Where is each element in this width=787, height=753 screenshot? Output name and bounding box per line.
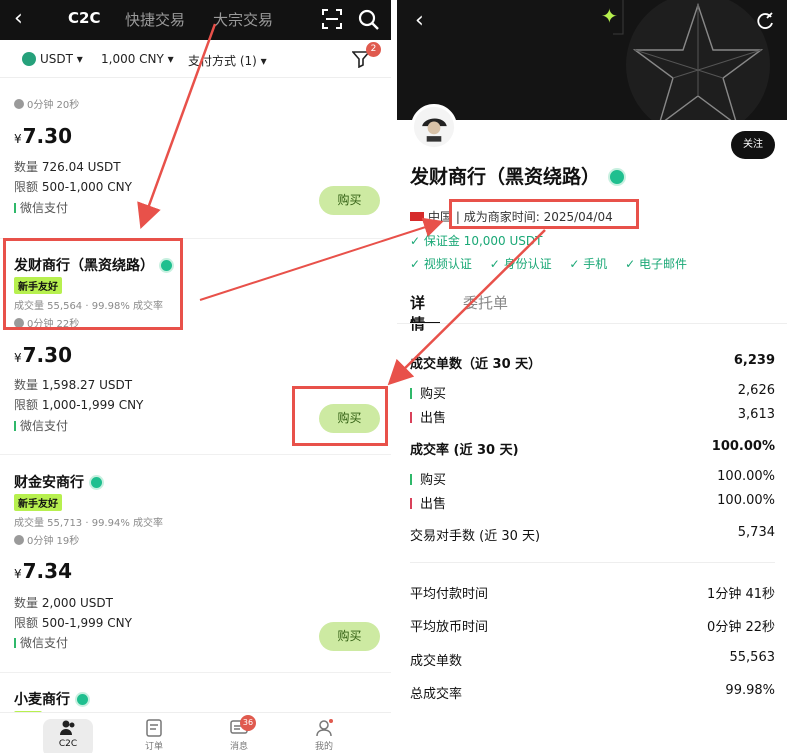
search-icon[interactable] bbox=[358, 9, 380, 31]
new-user-tag: 新手友好 bbox=[14, 277, 62, 294]
tab-orders-list[interactable]: 委托单 bbox=[463, 292, 508, 313]
tab-profile[interactable]: 我的 bbox=[299, 719, 349, 752]
limit: 限额 1,000-1,999 CNY bbox=[14, 398, 144, 412]
deposit-info: ✓ 保证金 10,000 USDT bbox=[410, 234, 543, 248]
order-icon bbox=[146, 719, 162, 737]
merchant-profile-screen: ✦ ‹ 关注 发财商行（黑资绕路） 中国 | 成为商家时间: 2025/04/0… bbox=[397, 0, 787, 753]
merchant-name[interactable]: 财金安商行 bbox=[14, 472, 104, 492]
video-verified: ✓ 视频认证 bbox=[410, 257, 472, 271]
tab-c2c-bottom[interactable]: C2C bbox=[43, 719, 93, 753]
message-count-badge: 36 bbox=[240, 715, 256, 731]
verification-list: ✓ 视频认证 ✓ 身份认证 ✓ 手机 ✓ 电子邮件 bbox=[410, 255, 701, 272]
tab-messages[interactable]: 消息 bbox=[214, 719, 264, 752]
clock-icon bbox=[14, 99, 24, 109]
divider bbox=[397, 323, 787, 324]
tab-quick-trade[interactable]: 快捷交易 bbox=[125, 9, 185, 30]
users-icon bbox=[60, 720, 75, 735]
filter-bar: USDT ▾ 1,000 CNY ▾ 支付方式 (1) ▾ 2 bbox=[0, 40, 391, 78]
share-icon[interactable] bbox=[755, 11, 775, 31]
release-time: 0分钟 22秒 bbox=[14, 315, 79, 330]
verified-badge-icon bbox=[89, 475, 104, 490]
new-user-tag: 新手友好 bbox=[14, 494, 62, 511]
tab-details[interactable]: 详情 bbox=[410, 292, 441, 334]
price: ¥7.30 bbox=[14, 124, 72, 148]
back-icon[interactable]: ‹ bbox=[415, 8, 424, 33]
payment-method: 微信支付 bbox=[14, 634, 68, 651]
tab-orders[interactable]: 订单 bbox=[129, 719, 179, 752]
sparkle-icon: ✦ bbox=[601, 4, 618, 28]
profile-icon bbox=[316, 719, 333, 737]
amount-selector[interactable]: 1,000 CNY ▾ bbox=[101, 52, 174, 66]
payment-method-selector[interactable]: 支付方式 (1) ▾ bbox=[188, 52, 267, 69]
usdt-icon bbox=[22, 52, 36, 66]
merchant-stats: 成交量 55,713 · 99.94% 成交率 bbox=[14, 518, 164, 529]
payment-method: 微信支付 bbox=[14, 199, 68, 216]
list-item: 小麦商行 新手 bbox=[0, 673, 391, 728]
verified-badge-icon bbox=[608, 168, 627, 186]
release-time: 0分钟 20秒 bbox=[14, 96, 79, 111]
merchant-since: 中国 | 成为商家时间: 2025/04/04 bbox=[410, 208, 613, 225]
limit: 限额 500-1,000 CNY bbox=[14, 180, 132, 194]
merchant-name[interactable]: 发财商行（黑资绕路） bbox=[14, 255, 174, 275]
profile-banner: ✦ ‹ bbox=[397, 0, 787, 120]
c2c-market-screen: ‹ C2C 快捷交易 大宗交易 USDT ▾ 1,000 CNY ▾ 支付方式 … bbox=[0, 0, 391, 753]
filter-count-badge: 2 bbox=[366, 42, 381, 57]
merchant-name: 发财商行（黑资绕路） bbox=[410, 162, 627, 189]
buy-button[interactable]: 购买 bbox=[319, 404, 380, 433]
price: ¥7.30 bbox=[14, 343, 72, 367]
clock-icon bbox=[14, 535, 24, 545]
list-item: 发财商行（黑资绕路） 新手友好 成交量 55,564 · 99.98% 成交率 … bbox=[0, 239, 391, 454]
merchant-name[interactable]: 小麦商行 bbox=[14, 689, 90, 709]
payment-method: 微信支付 bbox=[14, 417, 68, 434]
release-time: 0分钟 19秒 bbox=[14, 532, 79, 547]
buy-button[interactable]: 购买 bbox=[319, 186, 380, 215]
id-verified: ✓ 身份认证 bbox=[489, 257, 552, 271]
bottom-nav: C2C 订单 消息 36 我的 bbox=[0, 712, 391, 753]
quantity: 数量 726.04 USDT bbox=[14, 160, 121, 174]
tab-c2c[interactable]: C2C bbox=[68, 9, 100, 27]
clock-icon bbox=[14, 318, 24, 328]
top-nav: ‹ C2C 快捷交易 大宗交易 bbox=[0, 0, 391, 40]
follow-button[interactable]: 关注 bbox=[731, 131, 775, 159]
tab-block-trade[interactable]: 大宗交易 bbox=[213, 9, 273, 30]
quantity: 数量 1,598.27 USDT bbox=[14, 378, 133, 392]
limit: 限额 500-1,999 CNY bbox=[14, 616, 132, 630]
price: ¥7.34 bbox=[14, 559, 72, 583]
china-flag-icon bbox=[410, 212, 424, 221]
phone-verified: ✓ 手机 bbox=[569, 257, 608, 271]
merchant-stats: 成交量 55,564 · 99.98% 成交率 bbox=[14, 301, 164, 312]
divider bbox=[410, 562, 775, 563]
avatar-image bbox=[413, 106, 455, 148]
coin-selector[interactable]: USDT ▾ bbox=[22, 52, 83, 66]
avatar bbox=[411, 104, 457, 150]
buy-button[interactable]: 购买 bbox=[319, 622, 380, 651]
email-verified: ✓ 电子邮件 bbox=[625, 257, 687, 271]
scan-icon[interactable] bbox=[322, 9, 342, 29]
list-item: 0分钟 20秒 ¥7.30 数量 726.04 USDT 限额 500-1,00… bbox=[0, 78, 391, 238]
back-icon[interactable]: ‹ bbox=[14, 6, 23, 31]
quantity: 数量 2,000 USDT bbox=[14, 596, 113, 610]
verified-badge-icon bbox=[159, 258, 174, 273]
verified-badge-icon bbox=[75, 692, 90, 707]
list-item: 财金安商行 新手友好 成交量 55,713 · 99.94% 成交率 0分钟 1… bbox=[0, 455, 391, 670]
